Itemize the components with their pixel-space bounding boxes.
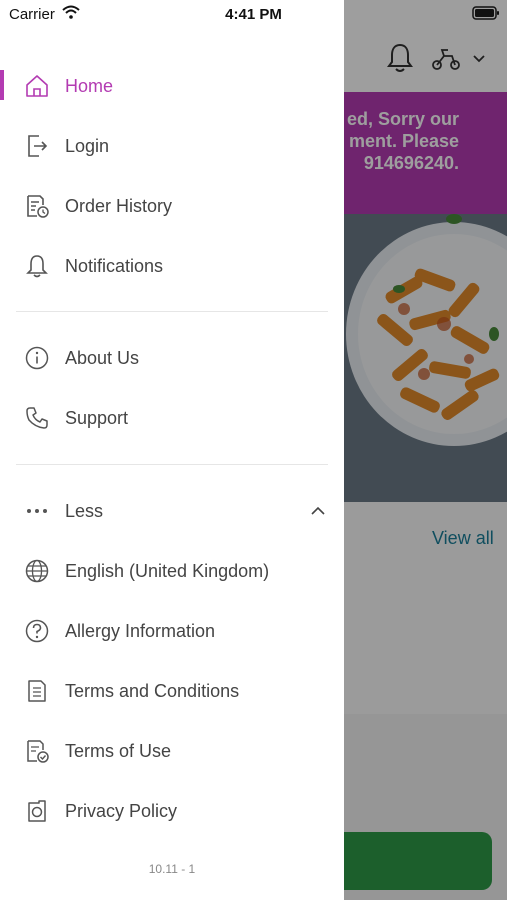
more-dots-icon bbox=[27, 509, 47, 513]
menu-item-privacy-policy[interactable]: Privacy Policy bbox=[0, 781, 344, 841]
menu-item-support[interactable]: Support bbox=[0, 388, 344, 448]
document-check-icon bbox=[27, 740, 49, 763]
login-icon bbox=[28, 135, 48, 157]
chevron-up-icon bbox=[311, 506, 325, 515]
divider bbox=[16, 311, 328, 312]
app-version: 10.11 - 1 bbox=[148, 862, 196, 876]
battery-icon bbox=[472, 6, 499, 20]
menu-item-label: English (United Kingdom) bbox=[65, 560, 270, 581]
menu-item-label: Privacy Policy bbox=[65, 800, 178, 821]
home-icon bbox=[26, 75, 48, 97]
order-history-icon bbox=[27, 195, 49, 218]
navigation-drawer: Home Login Order History Notifications A… bbox=[0, 0, 344, 900]
clock: 4:41 PM bbox=[225, 6, 282, 23]
menu-item-label: Terms and Conditions bbox=[65, 680, 240, 701]
document-icon bbox=[28, 680, 46, 702]
menu-item-login[interactable]: Login bbox=[0, 116, 344, 176]
menu-item-order-history[interactable]: Order History bbox=[0, 176, 344, 236]
menu-item-label: Login bbox=[65, 135, 110, 156]
menu-item-label: Support bbox=[65, 407, 129, 428]
menu-toggle-label: Less bbox=[65, 500, 104, 521]
globe-icon bbox=[25, 559, 49, 583]
menu-toggle-less[interactable]: Less bbox=[0, 481, 344, 541]
divider bbox=[16, 464, 328, 465]
menu-item-label: Order History bbox=[65, 195, 173, 216]
status-bar: Carrier 4:41 PM bbox=[0, 0, 507, 28]
menu-item-terms-and-conditions[interactable]: Terms and Conditions bbox=[0, 661, 344, 721]
menu-item-label: About Us bbox=[65, 347, 140, 368]
menu-item-notifications[interactable]: Notifications bbox=[0, 236, 344, 296]
menu-item-label: Terms of Use bbox=[65, 740, 172, 761]
privacy-icon bbox=[28, 800, 46, 822]
menu-item-allergy-information[interactable]: Allergy Information bbox=[0, 601, 344, 661]
menu-item-about-us[interactable]: About Us bbox=[0, 328, 344, 388]
menu-item-language[interactable]: English (United Kingdom) bbox=[0, 541, 344, 601]
menu-item-label: Home bbox=[65, 75, 114, 96]
menu-item-terms-of-use[interactable]: Terms of Use bbox=[0, 721, 344, 781]
menu-item-label: Notifications bbox=[65, 255, 164, 276]
info-icon bbox=[25, 346, 49, 370]
bell-icon bbox=[26, 255, 48, 278]
menu-item-home[interactable]: Home bbox=[0, 56, 344, 116]
phone-icon bbox=[26, 407, 48, 429]
question-icon bbox=[25, 619, 49, 643]
menu-item-label: Allergy Information bbox=[65, 620, 216, 641]
